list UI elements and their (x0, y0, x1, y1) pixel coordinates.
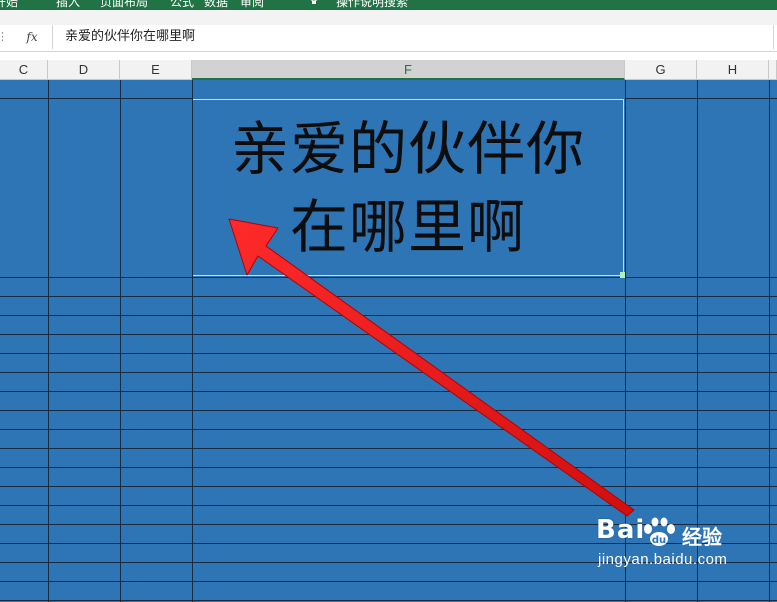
grid-hline (0, 448, 777, 449)
svg-text:du: du (652, 535, 666, 546)
column-header-g[interactable]: G (625, 60, 697, 80)
tab-insert[interactable]: 插入 (56, 0, 80, 10)
grid-hline (0, 334, 777, 335)
column-header-partial[interactable] (769, 60, 777, 80)
grid-hline (0, 429, 777, 430)
tab-home[interactable]: 开始 (0, 0, 18, 10)
grid-hline (0, 296, 777, 297)
grid-hline (0, 505, 777, 506)
watermark-brand: Bai (596, 515, 646, 545)
grid-hline (625, 98, 777, 99)
paw-icon: du (644, 517, 675, 546)
grid-hline (0, 410, 777, 411)
lightbulb-icon (310, 0, 318, 4)
tell-me-search[interactable]: 操作说明搜索 (336, 0, 408, 10)
tab-page-layout[interactable]: 页面布局 (100, 0, 148, 10)
watermark-url: jingyan.baidu.com (598, 551, 728, 568)
formula-input[interactable]: 亲爱的伙伴你在哪里啊 (52, 25, 774, 49)
merged-cell-f[interactable]: 亲爱的伙伴你在哪里啊 (192, 99, 624, 276)
grid-hline (0, 467, 777, 468)
column-header-c[interactable]: C (0, 60, 48, 80)
grid-hline (0, 315, 777, 316)
formula-bar: ⋮ fx 亲爱的伙伴你在哪里啊 (0, 25, 777, 52)
grid-vline (48, 80, 49, 602)
ribbon-gap (0, 10, 777, 25)
grid-hline (0, 600, 777, 601)
grid-hline (0, 353, 777, 354)
grid-hline (0, 391, 777, 392)
baidu-watermark: Bai du 经验 jingyan.baidu.com (596, 515, 776, 585)
grid-hline (0, 98, 192, 99)
tab-review[interactable]: 审阅 (240, 0, 264, 10)
grid-vline (192, 80, 193, 602)
grid-hline (0, 486, 777, 487)
ribbon-tabs: 开始 插入 页面布局 公式 数据 审阅 视图 帮助 操作说明搜索 (0, 0, 777, 10)
chevron-icon[interactable]: ⋮ (0, 25, 8, 49)
header-gap (0, 52, 777, 60)
column-header-h[interactable]: H (697, 60, 769, 80)
column-header-f[interactable]: F (192, 60, 625, 80)
merged-cell-text: 亲爱的伙伴你在哪里啊 (230, 114, 585, 261)
tab-formulas[interactable]: 公式 (170, 0, 194, 10)
insert-function-button[interactable]: fx (20, 27, 44, 47)
column-header-d[interactable]: D (48, 60, 120, 80)
tab-data[interactable]: 数据 (204, 0, 228, 10)
watermark-brand-cn: 经验 (682, 525, 722, 549)
grid-hline (0, 372, 777, 373)
grid-vline (120, 80, 121, 602)
grid-hline (0, 277, 777, 278)
column-header-e[interactable]: E (120, 60, 192, 80)
